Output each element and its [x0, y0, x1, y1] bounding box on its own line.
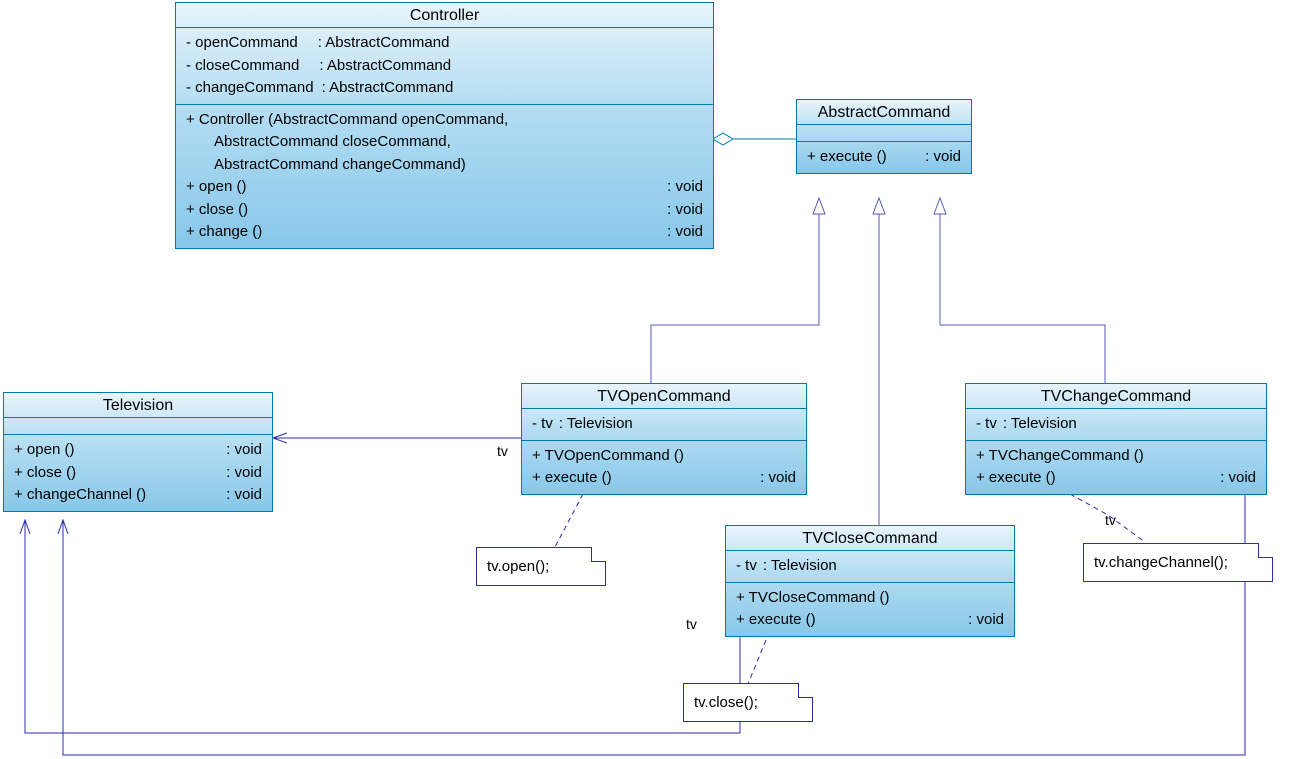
class-title: Controller: [176, 3, 713, 28]
attr-section: - tv: Television: [522, 409, 806, 441]
attr-section: [797, 125, 971, 142]
note-text: tv.changeChannel();: [1094, 554, 1228, 571]
class-tv-close-command: TVCloseCommand - tv: Television + TVClos…: [725, 525, 1015, 637]
attr-section: - tv: Television: [966, 409, 1266, 441]
ops-section: + Controller (AbstractCommand openComman…: [176, 105, 713, 248]
class-abstract-command: AbstractCommand + execute (): void: [796, 99, 972, 174]
note-text: tv.open();: [487, 558, 549, 575]
edge-label-tv-close: tv: [686, 616, 697, 632]
note-tv-close: tv.close();: [683, 683, 813, 722]
edge-label-tv-change: tv: [1105, 512, 1116, 528]
note-tv-open: tv.open();: [476, 547, 606, 586]
attr-section: [4, 418, 272, 435]
class-controller: Controller - openCommand: AbstractComman…: [175, 2, 714, 249]
note-text: tv.close();: [694, 694, 758, 711]
class-title: TVOpenCommand: [522, 384, 806, 409]
ops-section: + execute (): void: [797, 142, 971, 173]
class-television: Television + open (): void + close (): v…: [3, 392, 273, 512]
class-title: Television: [4, 393, 272, 418]
attr-section: - tv: Television: [726, 551, 1014, 583]
class-title: AbstractCommand: [797, 100, 971, 125]
class-title: TVChangeCommand: [966, 384, 1266, 409]
note-tv-change: tv.changeChannel();: [1083, 543, 1273, 582]
ops-section: + TVCloseCommand () + execute (): void: [726, 583, 1014, 636]
class-title: TVCloseCommand: [726, 526, 1014, 551]
ops-section: + TVOpenCommand () + execute (): void: [522, 441, 806, 494]
ops-section: + open (): void + close (): void + chang…: [4, 435, 272, 511]
class-tv-change-command: TVChangeCommand - tv: Television + TVCha…: [965, 383, 1267, 495]
class-tv-open-command: TVOpenCommand - tv: Television + TVOpenC…: [521, 383, 807, 495]
attr-section: - openCommand: AbstractCommand - closeCo…: [176, 28, 713, 105]
diagram-canvas: Controller - openCommand: AbstractComman…: [0, 0, 1300, 759]
ops-section: + TVChangeCommand () + execute (): void: [966, 441, 1266, 494]
edge-label-tv-open: tv: [497, 443, 508, 459]
